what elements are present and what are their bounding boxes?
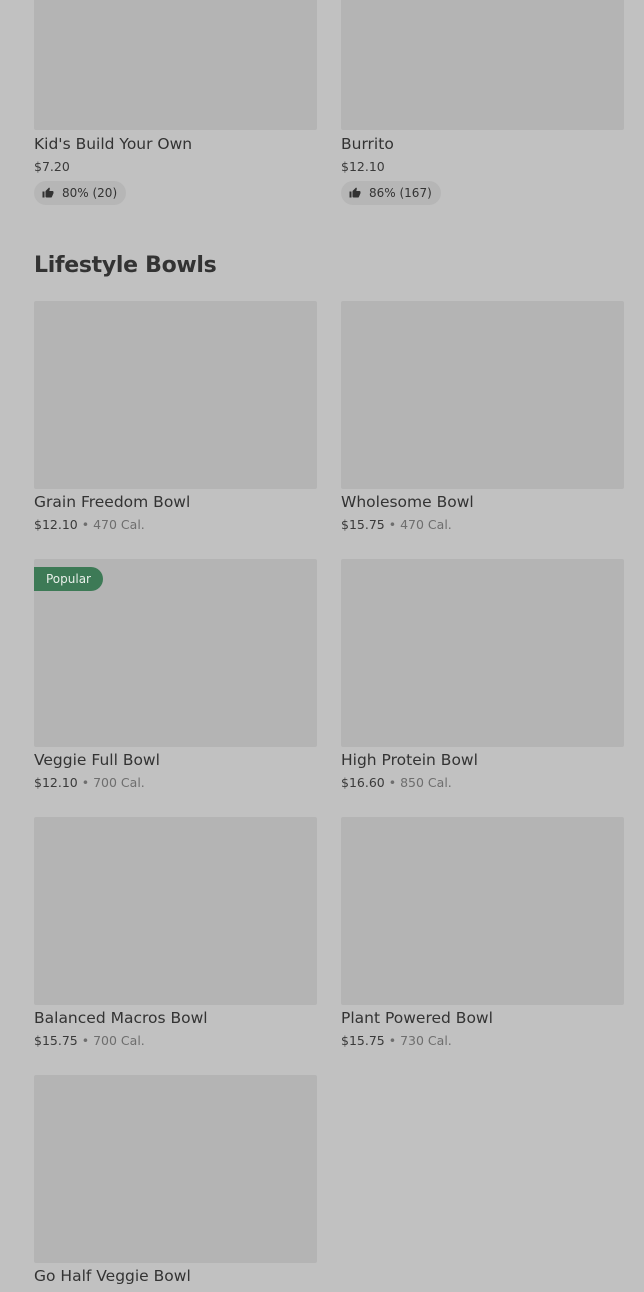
rating-badge: 86% (167) xyxy=(341,181,441,205)
item-name: Grain Freedom Bowl xyxy=(34,493,191,511)
menu-item-card[interactable]: Grain Freedom Bowl $12.10 • 470 Cal. xyxy=(34,301,317,532)
item-name: Balanced Macros Bowl xyxy=(34,1009,208,1027)
item-name: Go Half Veggie Bowl xyxy=(34,1267,191,1285)
item-image xyxy=(34,817,317,1005)
section-title: Lifestyle Bowls xyxy=(34,253,217,278)
popular-badge: Popular xyxy=(34,567,103,591)
menu-item-card[interactable]: Popular Veggie Full Bowl $12.10 • 700 Ca… xyxy=(34,559,317,790)
rating-text: 80% (20) xyxy=(62,186,118,200)
item-calories: 470 Cal. xyxy=(93,517,145,532)
item-image xyxy=(341,559,624,747)
item-image xyxy=(34,301,317,489)
item-price: $12.10 xyxy=(34,517,78,532)
thumbs-up-icon xyxy=(349,187,361,198)
separator: • xyxy=(81,1033,90,1048)
item-price: $15.75 xyxy=(34,1033,78,1048)
item-price: $12.10 xyxy=(34,775,78,790)
item-price: $12.10 xyxy=(341,159,385,174)
menu-item-card[interactable]: Go Half Veggie Bowl xyxy=(34,1075,317,1285)
item-meta: $15.75 • 470 Cal. xyxy=(341,517,452,533)
menu-item-card[interactable]: Kid's Build Your Own $7.20 80% (20) xyxy=(34,0,317,205)
item-calories: 730 Cal. xyxy=(400,1033,452,1048)
item-name: Burrito xyxy=(341,135,394,153)
item-calories: 700 Cal. xyxy=(93,775,145,790)
item-price: $16.60 xyxy=(341,775,385,790)
menu-item-card[interactable]: Wholesome Bowl $15.75 • 470 Cal. xyxy=(341,301,624,532)
item-image xyxy=(341,301,624,489)
menu-item-card[interactable]: Plant Powered Bowl $15.75 • 730 Cal. xyxy=(341,817,624,1048)
item-price: $15.75 xyxy=(341,1033,385,1048)
item-image xyxy=(341,0,624,130)
menu-item-card[interactable]: High Protein Bowl $16.60 • 850 Cal. xyxy=(341,559,624,790)
separator: • xyxy=(81,775,90,790)
item-name: Plant Powered Bowl xyxy=(341,1009,493,1027)
item-name: Veggie Full Bowl xyxy=(34,751,160,769)
item-meta: $16.60 • 850 Cal. xyxy=(341,775,452,791)
item-meta: $12.10 • 700 Cal. xyxy=(34,775,145,791)
thumbs-up-icon xyxy=(42,187,54,198)
item-price: $15.75 xyxy=(341,517,385,532)
item-name: High Protein Bowl xyxy=(341,751,478,769)
item-calories: 700 Cal. xyxy=(93,1033,145,1048)
separator: • xyxy=(388,775,397,790)
item-image xyxy=(341,817,624,1005)
rating-text: 86% (167) xyxy=(369,186,432,200)
separator: • xyxy=(388,1033,397,1048)
item-image: Popular xyxy=(34,559,317,747)
separator: • xyxy=(388,517,397,532)
item-price: $7.20 xyxy=(34,159,70,174)
item-calories: 850 Cal. xyxy=(400,775,452,790)
menu-item-card[interactable]: Burrito $12.10 86% (167) xyxy=(341,0,624,205)
menu-item-card[interactable]: Balanced Macros Bowl $15.75 • 700 Cal. xyxy=(34,817,317,1048)
item-calories: 470 Cal. xyxy=(400,517,452,532)
rating-badge: 80% (20) xyxy=(34,181,127,205)
item-name: Kid's Build Your Own xyxy=(34,135,193,153)
item-image xyxy=(34,0,317,130)
item-meta: $12.10 • 470 Cal. xyxy=(34,517,145,533)
separator: • xyxy=(81,517,90,532)
item-name: Wholesome Bowl xyxy=(341,493,474,511)
item-meta: $15.75 • 700 Cal. xyxy=(34,1033,145,1049)
item-image xyxy=(34,1075,317,1263)
item-meta: $15.75 • 730 Cal. xyxy=(341,1033,452,1049)
